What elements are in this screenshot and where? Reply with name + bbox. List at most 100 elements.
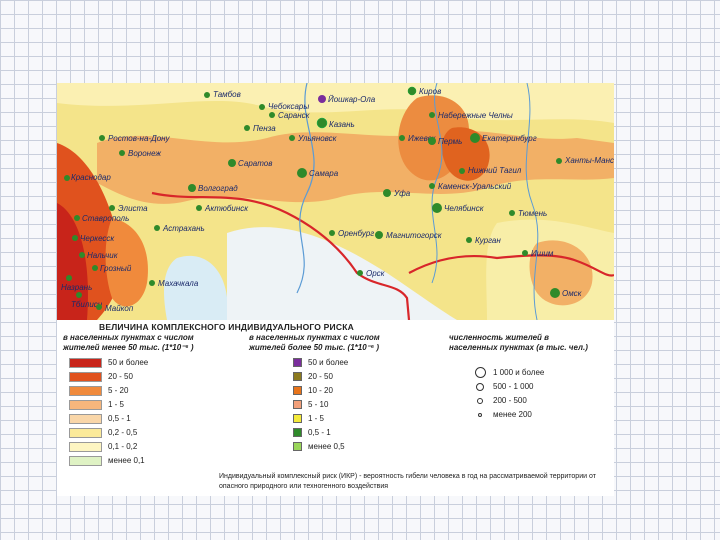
city-label: Пермь (438, 137, 462, 146)
legend-small-row: 20 - 50 (69, 371, 133, 382)
population-marker (473, 397, 487, 404)
risk-map: Киров Тамбов Чебоксары Йошкар-Ола Саранс… (57, 83, 614, 320)
legend-swatch-label: 0,1 - 0,2 (108, 442, 138, 451)
city-label: Орск (366, 269, 386, 278)
legend-large-row: 5 - 10 (293, 399, 328, 410)
city-label: Назрань (61, 283, 92, 292)
population-circle-icon (478, 412, 482, 417)
city-label: Саратов (238, 159, 272, 168)
legend-large-row: 50 и более (293, 357, 348, 368)
population-label: менее 200 (493, 410, 532, 419)
legend-small-row: 0,1 - 0,2 (69, 441, 137, 452)
legend-mini-swatch (293, 358, 302, 367)
city-label: Ульяновск (297, 134, 338, 143)
legend-mini-label: 50 и более (308, 358, 349, 367)
city-samara: Самара (297, 168, 339, 178)
city-label: Чебоксары (268, 102, 309, 111)
legend-mini-label: менее 0,5 (308, 442, 345, 451)
legend-mini-swatch (293, 442, 302, 451)
legend-swatch-label: 1 - 5 (108, 400, 125, 409)
city-label: Майкоп (105, 304, 134, 313)
legend-mini-label: 1 - 5 (308, 414, 325, 423)
city-label: Саранск (278, 111, 311, 120)
legend-large-row: 1 - 5 (293, 413, 324, 424)
population-marker (473, 367, 487, 378)
population-circle-icon (476, 382, 484, 391)
map-svg: Киров Тамбов Чебоксары Йошкар-Ола Саранс… (57, 83, 614, 320)
city-label: Астрахань (162, 224, 205, 233)
legend-population-row: 1 000 и более (473, 367, 544, 378)
population-label: 200 - 500 (493, 396, 527, 405)
city-label: Набережные Челны (438, 111, 513, 120)
legend-large-row: 20 - 50 (293, 371, 333, 382)
city-label: Пенза (253, 124, 276, 133)
city-label: Нальчик (87, 251, 119, 260)
legend-population-row: 200 - 500 (473, 395, 527, 406)
city-label: Тюмень (518, 209, 547, 218)
legend-mini-swatch (293, 428, 302, 437)
risk-definition-note: Индивидуальный комплексный риск (ИКР) - … (219, 473, 596, 490)
population-label: 500 - 1 000 (493, 382, 534, 391)
city-label: Черкесск (80, 234, 115, 243)
city-label: Йошкар-Ола (328, 95, 376, 104)
legend-mini-label: 10 - 20 (308, 386, 333, 395)
city-stavropol: Ставрополь (74, 214, 129, 223)
population-marker (473, 412, 487, 417)
city-nizhny-tagil: Нижний Тагил (459, 166, 522, 175)
city-label: Тамбов (213, 90, 241, 99)
legend-large-settlement-heading: в населенных пунктах с числом жителей бо… (249, 333, 429, 353)
legend-small-row: 0,5 - 1 (69, 413, 131, 424)
legend-swatch (69, 441, 102, 452)
legend-large-row: менее 0,5 (293, 441, 345, 452)
population-circle-icon (477, 397, 483, 404)
legend-swatch (69, 357, 102, 368)
legend-mini-swatch (293, 400, 302, 409)
legend-swatch-label: 20 - 50 (108, 372, 133, 381)
legend-small-row: 50 и более (69, 357, 148, 368)
legend-swatch-label: менее 0,1 (108, 456, 145, 465)
city-label: Ставрополь (82, 214, 129, 223)
city-label: Краснодар (71, 173, 111, 182)
city-rostov: Ростов-на-Дону (99, 134, 171, 143)
legend-small-settlement-heading: в населенных пунктах с числом жителей ме… (63, 333, 243, 353)
city-chelyabinsk: Челябинск (432, 203, 485, 213)
city-label: Актюбинск (204, 204, 249, 213)
legend-small-row: 1 - 5 (69, 399, 124, 410)
legend-large-heading-line2: жителей более 50 тыс. (1*10⁻⁶ ) (249, 343, 380, 352)
city-label: Ишим (531, 249, 554, 258)
legend-large-row: 0,5 - 1 (293, 427, 331, 438)
legend-swatch (69, 385, 102, 396)
legend-small-row: 0,2 - 0,5 (69, 427, 137, 438)
city-label: Нижний Тагил (468, 166, 522, 175)
city-label: Омск (562, 289, 583, 298)
legend-mini-swatch (293, 372, 302, 381)
population-circle-icon (474, 367, 486, 378)
city-kirov: Киров (407, 86, 441, 96)
population-label: 1 000 и более (493, 368, 545, 377)
legend-population-heading-line1: численность жителей в (449, 333, 549, 342)
map-legend: ВЕЛИЧИНА КОМПЛЕКСНОГО ИНДИВИДУАЛЬНОГО РИ… (57, 320, 614, 496)
city-label: Каменск-Уральский (438, 182, 512, 191)
legend-swatch (69, 455, 102, 466)
legend-swatch-label: 50 и более (108, 358, 149, 367)
legend-large-row: 10 - 20 (293, 385, 333, 396)
legend-mini-label: 20 - 50 (308, 372, 333, 381)
city-label: Волгоград (198, 184, 238, 193)
legend-swatch-label: 0,2 - 0,5 (108, 428, 138, 437)
city-label: Самара (309, 169, 339, 178)
city-label: Оренбург (338, 229, 374, 238)
city-label: Курган (475, 236, 501, 245)
legend-population-heading-line2: населенных пунктах (в тыс. чел.) (449, 343, 588, 352)
legend-swatch-label: 0,5 - 1 (108, 414, 131, 423)
legend-swatch (69, 399, 102, 410)
city-label: Элиста (118, 204, 148, 213)
city-label: Екатеринбург (482, 134, 537, 143)
legend-small-heading-line1: в населенных пунктах с числом (63, 333, 194, 342)
legend-small-heading-line2: жителей менее 50 тыс. (1*10⁻⁶ ) (63, 343, 194, 352)
city-omsk: Омск (550, 288, 583, 298)
legend-mini-label: 0,5 - 1 (308, 428, 331, 437)
legend-large-heading-line1: в населенных пунктах с числом (249, 333, 380, 342)
city-naberezhnye-chelny: Набережные Челны (429, 111, 513, 120)
city-label: Ростов-на-Дону (108, 134, 171, 143)
city-label: Магнитогорск (386, 231, 443, 240)
